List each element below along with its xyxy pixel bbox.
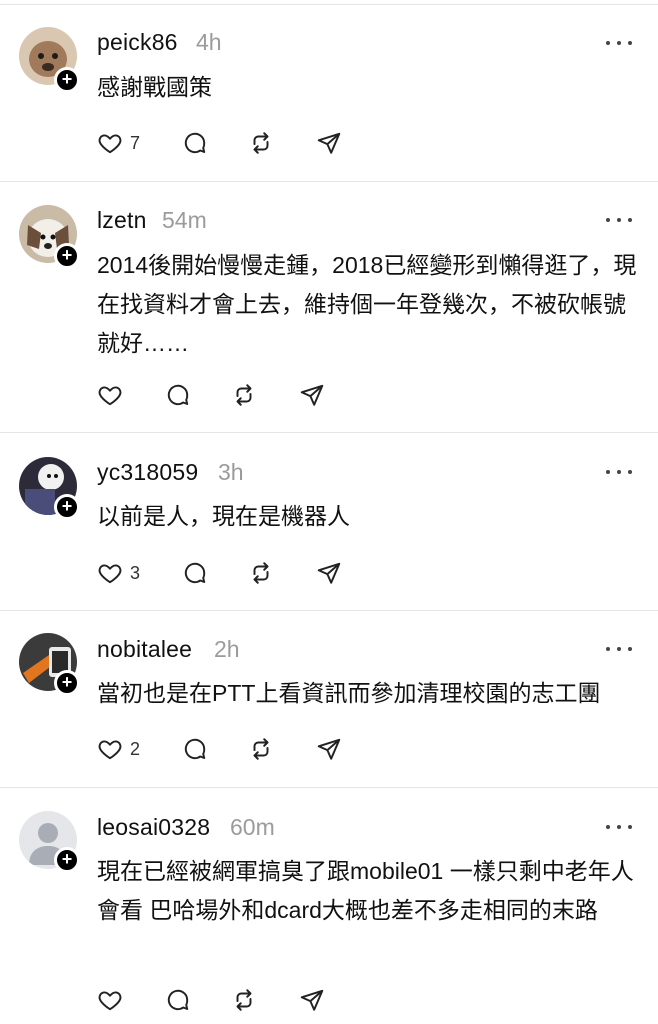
follow-plus-button[interactable]: +: [54, 67, 80, 93]
heart-icon: [98, 564, 122, 584]
send-icon: [300, 384, 324, 406]
repost-button[interactable]: [248, 558, 274, 588]
comment-post: + yc318059 3h 以前是人，現在是機器人 3: [0, 432, 658, 609]
repost-button[interactable]: [248, 128, 274, 158]
comment-icon: [184, 738, 206, 760]
username[interactable]: yc318059: [97, 459, 198, 486]
comment-text: 當初也是在PTT上看資訊而參加清理校園的志工團: [97, 680, 601, 706]
action-bar: 2: [97, 734, 397, 764]
comment-text: 感謝戰國策: [97, 74, 212, 100]
comment-post: + lzetn 54m 2014後開始慢慢走鍾，2018已經變形到懶得逛了，現在…: [0, 181, 658, 431]
comment-text: 以前是人，現在是機器人: [97, 503, 350, 529]
comment-text: 2014後開始慢慢走鍾，2018已經變形到懶得逛了，現在找資料才會上去，維持個一…: [97, 252, 637, 356]
follow-plus-button[interactable]: +: [54, 494, 80, 520]
send-icon: [317, 738, 341, 760]
heart-icon: [98, 740, 122, 760]
username[interactable]: leosai0328: [97, 814, 210, 841]
send-icon: [317, 132, 341, 154]
send-icon: [300, 989, 324, 1011]
repost-icon: [253, 562, 269, 584]
follow-plus-button[interactable]: +: [54, 670, 80, 696]
reply-button[interactable]: [182, 734, 208, 764]
more-options-icon[interactable]: [606, 38, 632, 48]
reply-button[interactable]: [182, 128, 208, 158]
like-count: 7: [130, 132, 141, 153]
more-options-icon[interactable]: [606, 215, 632, 225]
comment-text: 現在已經被網軍搞臭了跟mobile01 一樣只剩中老年人會看 巴哈場外和dcar…: [97, 858, 634, 923]
follow-plus-button[interactable]: +: [54, 847, 80, 873]
more-options-icon[interactable]: [606, 644, 632, 654]
reply-button[interactable]: [165, 985, 191, 1015]
action-bar: 7: [97, 128, 397, 158]
share-button[interactable]: [316, 558, 342, 588]
username[interactable]: nobitalee: [97, 636, 192, 663]
timestamp: 60m: [230, 814, 275, 840]
repost-button[interactable]: [248, 734, 274, 764]
more-options-icon[interactable]: [606, 467, 632, 477]
share-button[interactable]: [316, 128, 342, 158]
username[interactable]: lzetn: [97, 207, 147, 234]
like-button[interactable]: [97, 380, 130, 410]
comment-post: + leosai0328 60m 現在已經被網軍搞臭了跟mobile01 一樣只…: [0, 787, 658, 1024]
like-button[interactable]: 3: [97, 558, 140, 588]
repost-icon: [236, 384, 252, 406]
repost-icon: [236, 989, 252, 1011]
comment-icon: [184, 132, 206, 154]
heart-icon: [98, 134, 122, 154]
like-button[interactable]: 7: [97, 128, 140, 158]
timestamp: 4h: [196, 29, 222, 55]
more-options-icon[interactable]: [606, 822, 632, 832]
send-icon: [317, 562, 341, 584]
like-count: 2: [130, 738, 141, 759]
share-button[interactable]: [299, 380, 325, 410]
repost-button[interactable]: [231, 985, 257, 1015]
repost-icon: [253, 738, 269, 760]
like-count: 3: [130, 562, 141, 583]
like-button[interactable]: 2: [97, 734, 140, 764]
comment-icon: [167, 989, 189, 1011]
username[interactable]: peick86: [97, 29, 178, 56]
share-button[interactable]: [299, 985, 325, 1015]
comment-icon: [184, 562, 206, 584]
like-button[interactable]: [97, 985, 130, 1015]
timestamp: 54m: [162, 207, 207, 233]
comment-icon: [167, 384, 189, 406]
reply-button[interactable]: [182, 558, 208, 588]
comment-post: + nobitalee 2h 當初也是在PTT上看資訊而參加清理校園的志工團 2: [0, 610, 658, 787]
action-bar: 3: [97, 558, 397, 588]
heart-icon: [98, 991, 122, 1011]
follow-plus-button[interactable]: +: [54, 243, 80, 269]
comment-feed: + peick86 4h 感謝戰國策 7 + lzetn 54m 2014後開始…: [0, 0, 658, 1024]
repost-icon: [253, 132, 269, 154]
action-bar: [97, 985, 397, 1015]
action-bar: [97, 380, 397, 410]
comment-post: + peick86 4h 感謝戰國策 7: [0, 0, 658, 180]
heart-icon: [98, 386, 122, 406]
timestamp: 3h: [218, 459, 244, 485]
timestamp: 2h: [214, 636, 240, 662]
repost-button[interactable]: [231, 380, 257, 410]
reply-button[interactable]: [165, 380, 191, 410]
share-button[interactable]: [316, 734, 342, 764]
